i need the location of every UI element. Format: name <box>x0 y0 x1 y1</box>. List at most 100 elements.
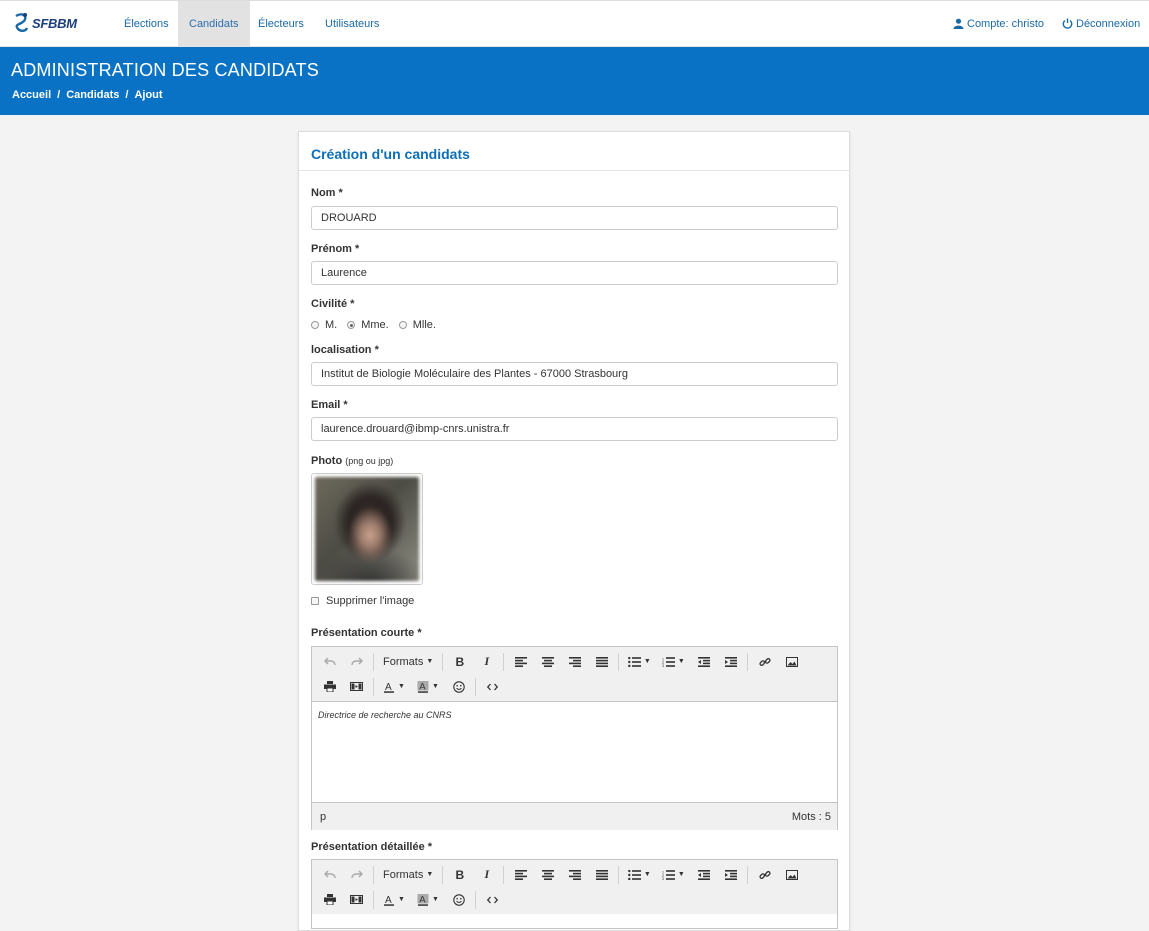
indent-icon[interactable] <box>717 651 744 673</box>
bold-icon[interactable]: B <box>446 651 473 673</box>
print-icon[interactable] <box>316 889 343 911</box>
prenom-label: Prénom * <box>311 243 360 255</box>
media-icon[interactable] <box>343 676 370 698</box>
breadcrumb-accueil[interactable]: Accueil <box>12 89 51 101</box>
account-link[interactable]: Compte: christo <box>953 1 1044 47</box>
civilite-radio-mlle[interactable]: Mlle. <box>398 319 436 331</box>
checkbox-box[interactable] <box>311 597 319 605</box>
caret-down-icon: ▼ <box>426 871 434 878</box>
bold-icon[interactable]: B <box>446 864 473 886</box>
undo-icon[interactable] <box>316 864 343 886</box>
caret-down-icon: ▼ <box>398 896 405 903</box>
emoticon-icon[interactable] <box>445 889 472 911</box>
breadcrumb-separator: / <box>57 89 61 101</box>
svg-text:3: 3 <box>662 877 664 880</box>
delete-image-checkbox[interactable]: Supprimer l'image <box>311 595 414 607</box>
toolbar-divider <box>747 865 749 884</box>
background-color-icon[interactable]: A ▼ <box>411 676 445 698</box>
formats-dropdown[interactable]: Formats ▼ <box>377 864 439 886</box>
breadcrumb: Accueil / Candidats / Ajout <box>12 89 163 101</box>
brand-logo[interactable]: SFBBM <box>12 10 88 36</box>
candidate-photo[interactable] <box>311 473 423 585</box>
toolbar-divider <box>475 677 476 696</box>
image-icon[interactable] <box>778 651 805 673</box>
align-justify-icon[interactable] <box>588 864 615 886</box>
toolbar-divider <box>618 865 620 884</box>
breadcrumb-candidats[interactable]: Candidats <box>66 89 119 101</box>
civilite-radio-mme[interactable]: Mme. <box>347 319 389 331</box>
breadcrumb-ajout: Ajout <box>134 89 163 101</box>
source-code-icon[interactable] <box>479 676 506 698</box>
caret-down-icon: ▼ <box>432 683 439 690</box>
bullet-list-icon[interactable]: ▼ <box>622 864 656 886</box>
civilite-radio-m[interactable]: M. <box>311 319 337 331</box>
toolbar-divider <box>618 652 620 671</box>
photo-hint: (png ou jpg) <box>345 456 394 466</box>
element-path[interactable]: p <box>320 811 326 823</box>
align-center-icon[interactable] <box>534 864 561 886</box>
radio-dot[interactable] <box>311 321 319 329</box>
photo-label: Photo (png ou jpg) <box>311 455 393 467</box>
text-color-icon[interactable]: A ▼ <box>377 676 411 698</box>
short-presentation-editor: Formats ▼ B I ▼ 1 2 3 ▼ A ▼ A ▼ Directri… <box>311 646 838 830</box>
caret-down-icon: ▼ <box>677 871 685 878</box>
radio-dot-selected[interactable] <box>347 321 356 329</box>
emoticon-icon[interactable] <box>445 676 472 698</box>
media-icon[interactable] <box>343 889 370 911</box>
nom-input[interactable] <box>311 206 838 230</box>
redo-icon[interactable] <box>343 864 370 886</box>
link-icon[interactable] <box>751 651 778 673</box>
align-right-icon[interactable] <box>561 651 588 673</box>
email-input[interactable] <box>311 417 838 441</box>
link-icon[interactable] <box>751 864 778 886</box>
indent-icon[interactable] <box>717 864 744 886</box>
logo-mark-icon <box>12 12 30 34</box>
radio-dot[interactable] <box>398 321 407 329</box>
redo-icon[interactable] <box>343 651 370 673</box>
civilite-label: Civilité * <box>311 298 355 310</box>
radio-label: M. <box>325 319 338 331</box>
prenom-input[interactable] <box>311 261 838 285</box>
toolbar-divider <box>373 865 374 884</box>
radio-label: Mlle. <box>412 319 436 331</box>
brand-name: SFBBM <box>32 15 77 31</box>
editor-content-area[interactable]: Directrice de recherche au CNRS <box>312 702 837 802</box>
print-icon[interactable] <box>316 676 343 698</box>
editor-toolbar: Formats ▼ B I ▼ 1 2 3 ▼ A ▼ A ▼ <box>312 647 837 702</box>
undo-icon[interactable] <box>316 651 343 673</box>
align-right-icon[interactable] <box>561 864 588 886</box>
outdent-icon[interactable] <box>690 864 717 886</box>
caret-down-icon: ▼ <box>643 871 651 878</box>
italic-icon[interactable]: I <box>473 651 500 673</box>
align-justify-icon[interactable] <box>588 651 615 673</box>
nav-item-electeurs[interactable]: Électeurs <box>247 1 315 47</box>
civilite-radio-group: M. Mme. Mlle. <box>311 319 446 331</box>
editor-statusbar: p Mots : 5 <box>312 802 837 830</box>
numbered-list-icon[interactable]: 1 2 3 ▼ <box>656 651 690 673</box>
toolbar-divider <box>373 652 374 671</box>
source-code-icon[interactable] <box>479 889 506 911</box>
background-color-icon[interactable]: A ▼ <box>411 889 445 911</box>
text-color-icon[interactable]: A ▼ <box>377 889 411 911</box>
align-left-icon[interactable] <box>507 651 534 673</box>
localisation-input[interactable] <box>311 362 838 386</box>
toolbar-divider <box>503 652 505 671</box>
image-icon[interactable] <box>778 864 805 886</box>
nav-item-candidats[interactable]: Candidats <box>178 1 250 47</box>
formats-label: Formats <box>383 868 424 881</box>
breadcrumb-separator: / <box>125 89 129 101</box>
bullet-list-icon[interactable]: ▼ <box>622 651 656 673</box>
nav-item-elections[interactable]: Élections <box>113 1 180 47</box>
italic-icon[interactable]: I <box>473 864 500 886</box>
delete-image-label: Supprimer l'image <box>326 595 415 607</box>
nav-item-utilisateurs[interactable]: Utilisateurs <box>314 1 390 47</box>
logout-link[interactable]: Déconnexion <box>1062 1 1140 47</box>
outdent-icon[interactable] <box>690 651 717 673</box>
photo-image <box>315 477 419 581</box>
caret-down-icon: ▼ <box>398 683 405 690</box>
formats-dropdown[interactable]: Formats ▼ <box>377 651 439 673</box>
align-left-icon[interactable] <box>507 864 534 886</box>
align-center-icon[interactable] <box>534 651 561 673</box>
short-presentation-label: Présentation courte * <box>311 627 422 639</box>
numbered-list-icon[interactable]: 1 2 3 ▼ <box>656 864 690 886</box>
